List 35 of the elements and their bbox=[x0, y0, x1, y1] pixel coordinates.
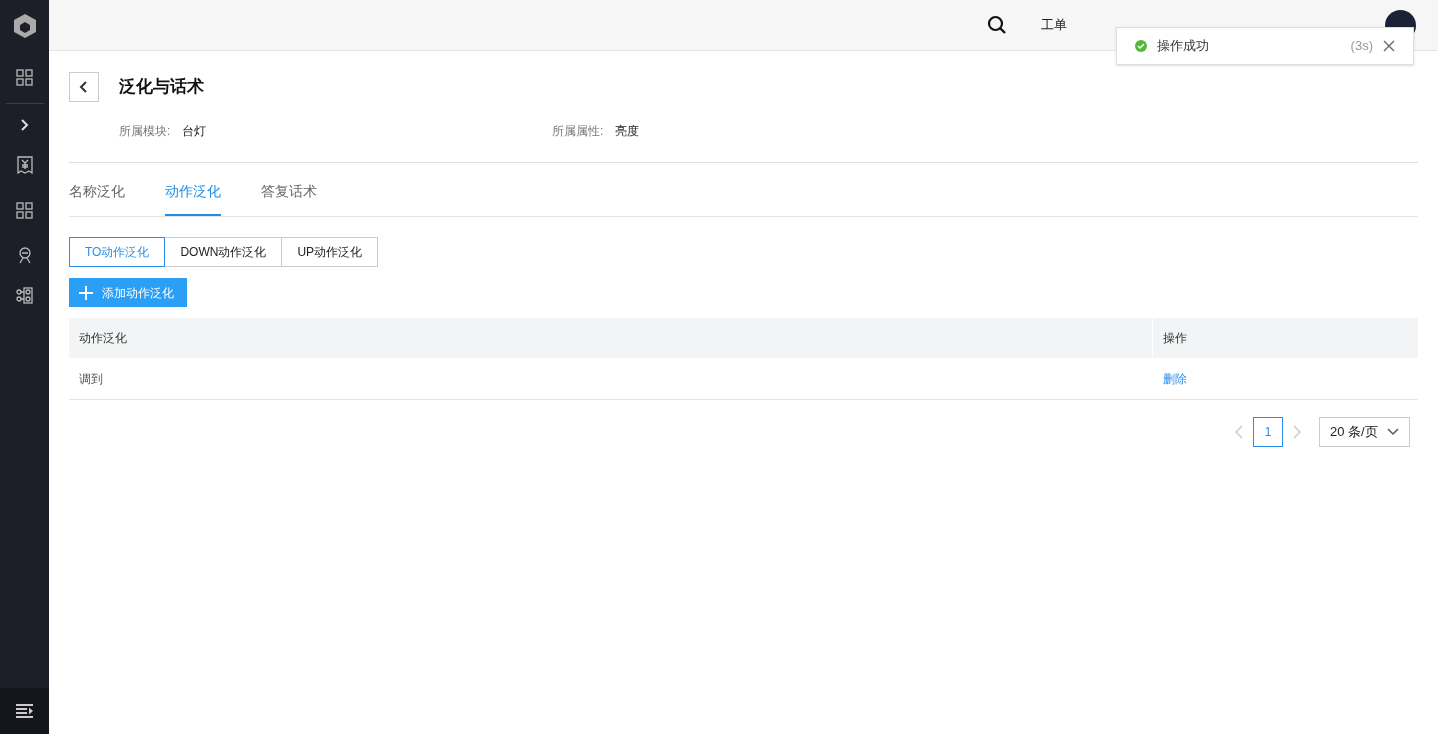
field-label: 所属模块: bbox=[119, 123, 171, 140]
tab[interactable]: 名称泛化 bbox=[69, 181, 125, 216]
collapse-menu-icon[interactable] bbox=[15, 704, 34, 718]
receipt-icon[interactable] bbox=[16, 156, 33, 174]
column-header: 操作 bbox=[1162, 330, 1188, 347]
plus-icon bbox=[79, 285, 93, 300]
countdown-text: (3s) bbox=[1350, 37, 1373, 56]
page-title: 泛化与话术 bbox=[119, 76, 204, 99]
logo-icon bbox=[12, 13, 37, 39]
toast-message: 操作成功 bbox=[1157, 37, 1209, 56]
segment-tab[interactable]: DOWN动作泛化 bbox=[164, 237, 283, 267]
page-button[interactable]: 1 bbox=[1253, 417, 1283, 447]
grid-icon[interactable] bbox=[16, 68, 33, 86]
caret-icon bbox=[1387, 428, 1399, 436]
tab[interactable]: 动作泛化 bbox=[165, 181, 221, 216]
chevron-left-icon bbox=[79, 80, 89, 94]
chevron-right-icon[interactable] bbox=[19, 118, 30, 132]
close-button[interactable] bbox=[1383, 40, 1395, 52]
nav-link[interactable]: 工单 bbox=[1041, 15, 1067, 35]
grid-icon[interactable] bbox=[16, 201, 33, 219]
tab[interactable]: 答复话术 bbox=[261, 181, 317, 216]
segment-tab[interactable]: UP动作泛化 bbox=[281, 237, 379, 267]
column-header: 动作泛化 bbox=[69, 318, 1153, 358]
search-icon[interactable] bbox=[987, 15, 1007, 35]
segment-tab[interactable]: TO动作泛化 bbox=[69, 237, 166, 267]
field-value: 台灯 bbox=[182, 123, 207, 140]
field-value: 亮度 bbox=[615, 123, 640, 140]
delete-link[interactable]: 删除 bbox=[1163, 371, 1187, 386]
success-icon bbox=[1135, 40, 1147, 52]
person-icon[interactable] bbox=[17, 246, 32, 264]
back-button[interactable] bbox=[69, 72, 99, 102]
nodes-icon[interactable] bbox=[16, 286, 33, 304]
table-cell: 调到 bbox=[79, 371, 103, 386]
page-size-select[interactable]: 20 条/页 bbox=[1319, 417, 1410, 447]
field-label: 所属属性: bbox=[552, 123, 604, 140]
